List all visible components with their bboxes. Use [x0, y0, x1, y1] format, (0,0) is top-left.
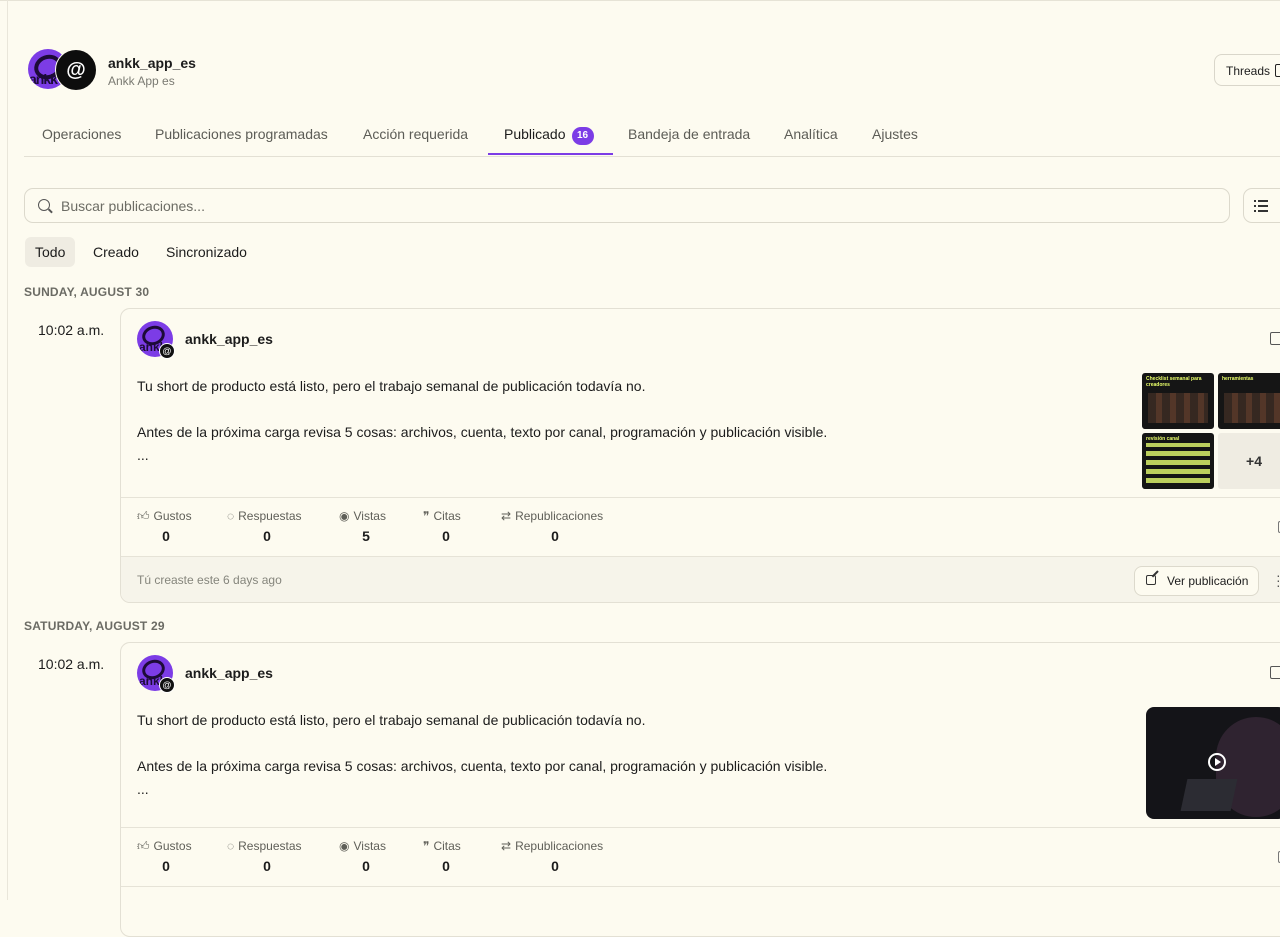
- post-time: 10:02 a.m.: [38, 322, 105, 338]
- post-text: Tu short de producto está listo, pero el…: [137, 709, 1037, 801]
- thumbs-up-icon: 👍︎: [137, 509, 150, 523]
- replies-value: 0: [263, 858, 271, 874]
- platform-button-label: Threads: [1226, 64, 1271, 78]
- account-avatars: ankk @: [28, 49, 100, 91]
- quotes-value: 0: [442, 528, 450, 544]
- tab-publicaciones-programadas[interactable]: Publicaciones programadas: [139, 114, 344, 155]
- reposts-stat-label: ⇄ Republicaciones: [501, 839, 604, 853]
- comment-icon[interactable]: [1270, 332, 1280, 345]
- reposts-value: 0: [551, 528, 559, 544]
- list-view-button[interactable]: [1243, 188, 1280, 223]
- tab-label: Acción requerida: [363, 126, 469, 142]
- more-options-icon[interactable]: ···: [1276, 568, 1280, 592]
- platform-button[interactable]: Threads: [1214, 54, 1280, 86]
- tab-label: Bandeja de entrada: [628, 126, 751, 142]
- media-thumbnail[interactable]: herramientas: [1218, 373, 1280, 429]
- tab-label: Analítica: [784, 126, 838, 142]
- quote-icon: ❞: [423, 839, 430, 853]
- divider: [121, 827, 1280, 828]
- quote-icon: ❞: [423, 509, 430, 523]
- repost-icon: ⇄: [501, 509, 512, 523]
- speech-bubble-icon: ◌: [227, 839, 235, 853]
- tab-bar: Operaciones Publicaciones programadas Ac…: [24, 114, 1280, 157]
- threads-badge-icon: @: [159, 677, 175, 693]
- view-post-label: Ver publicación: [1167, 574, 1249, 588]
- video-thumbnail[interactable]: [1146, 707, 1280, 819]
- filter-todo[interactable]: Todo: [25, 237, 76, 267]
- filter-creado[interactable]: Creado: [83, 237, 149, 267]
- count-badge: 16: [571, 127, 594, 145]
- list-icon: [1254, 200, 1268, 212]
- day-heading: SATURDAY, AUGUST 29: [24, 619, 165, 633]
- day-heading: SUNDAY, AUGUST 30: [24, 285, 150, 299]
- quotes-stat-label: ❞ Citas: [423, 509, 461, 523]
- filter-sincronizado[interactable]: Sincronizado: [156, 237, 257, 267]
- thumbs-up-icon: 👍︎: [137, 839, 150, 853]
- media-thumbnail[interactable]: revisión canal: [1142, 433, 1214, 489]
- created-info: Tú creaste este 6 days ago: [137, 573, 282, 587]
- view-post-button[interactable]: Ver publicación: [1134, 566, 1260, 596]
- external-link-icon: [1146, 575, 1156, 585]
- tab-label: Publicaciones programadas: [155, 126, 328, 142]
- likes-value: 0: [162, 528, 170, 544]
- tab-analitica[interactable]: Analítica: [768, 114, 854, 155]
- post-card: ankk @ ankk_app_es Tu short de producto …: [120, 642, 1280, 937]
- post-card: ankk @ ankk_app_es Tu short de producto …: [120, 308, 1280, 603]
- tab-bandeja-de-entrada[interactable]: Bandeja de entrada: [612, 114, 766, 155]
- tab-label: Ajustes: [872, 126, 918, 142]
- more-media-button[interactable]: +4: [1218, 433, 1280, 489]
- likes-stat-label: 👍︎ Gustos: [137, 839, 192, 853]
- quotes-stat-label: ❞ Citas: [423, 839, 461, 853]
- tab-accion-requerida[interactable]: Acción requerida: [347, 114, 484, 155]
- post-line: Tu short de producto está listo, pero el…: [137, 378, 646, 394]
- views-stat-label: ◉ Vistas: [339, 509, 386, 523]
- post-line: Antes de la próxima carga revisa 5 cosas…: [137, 758, 828, 774]
- tab-publicado[interactable]: Publicado 16: [488, 114, 613, 155]
- top-border: [0, 0, 1280, 1]
- post-ellipsis: ...: [137, 781, 149, 797]
- likes-stat-label: 👍︎ Gustos: [137, 509, 192, 523]
- speech-bubble-icon: ◌: [227, 509, 235, 523]
- quotes-value: 0: [442, 858, 450, 874]
- post-line: Tu short de producto está listo, pero el…: [137, 712, 646, 728]
- search-box: [24, 188, 1230, 223]
- post-ellipsis: ...: [137, 447, 149, 463]
- account-display-name: Ankk App es: [108, 74, 175, 88]
- search-input[interactable]: [61, 189, 1211, 222]
- post-author: ankk_app_es: [185, 331, 273, 347]
- views-stat-label: ◉ Vistas: [339, 839, 386, 853]
- post-time: 10:02 a.m.: [38, 656, 105, 672]
- tab-label: Operaciones: [42, 126, 122, 142]
- views-value: 0: [362, 858, 370, 874]
- post-footer: Tú creaste este 6 days ago Ver publicaci…: [121, 557, 1280, 602]
- divider: [121, 886, 1280, 887]
- repost-icon: ⇄: [501, 839, 512, 853]
- brand-avatar-text: ankk: [29, 71, 58, 87]
- replies-value: 0: [263, 528, 271, 544]
- replies-stat-label: ◌ Respuestas: [227, 509, 302, 523]
- post-line: Antes de la próxima carga revisa 5 cosas…: [137, 424, 828, 440]
- tab-ajustes[interactable]: Ajustes: [856, 114, 934, 155]
- eye-icon: ◉: [339, 509, 350, 523]
- post-text: Tu short de producto está listo, pero el…: [137, 375, 1037, 467]
- tab-operaciones[interactable]: Operaciones: [26, 114, 137, 155]
- account-handle: ankk_app_es: [108, 55, 196, 71]
- tab-label: Publicado: [504, 126, 566, 142]
- reposts-value: 0: [551, 858, 559, 874]
- reposts-stat-label: ⇄ Republicaciones: [501, 509, 604, 523]
- views-value: 5: [362, 528, 370, 544]
- search-icon: [38, 199, 50, 211]
- threads-badge-icon: @: [159, 343, 175, 359]
- likes-value: 0: [162, 858, 170, 874]
- replies-stat-label: ◌ Respuestas: [227, 839, 302, 853]
- comment-icon[interactable]: [1270, 666, 1280, 679]
- media-thumbnail[interactable]: Checklist semanal para creadores: [1142, 373, 1214, 429]
- divider: [121, 497, 1280, 498]
- post-author: ankk_app_es: [185, 665, 273, 681]
- eye-icon: ◉: [339, 839, 350, 853]
- left-border: [7, 0, 8, 900]
- threads-logo-icon: @: [55, 49, 97, 91]
- play-icon[interactable]: [1208, 753, 1226, 771]
- threads-icon: [1275, 64, 1280, 77]
